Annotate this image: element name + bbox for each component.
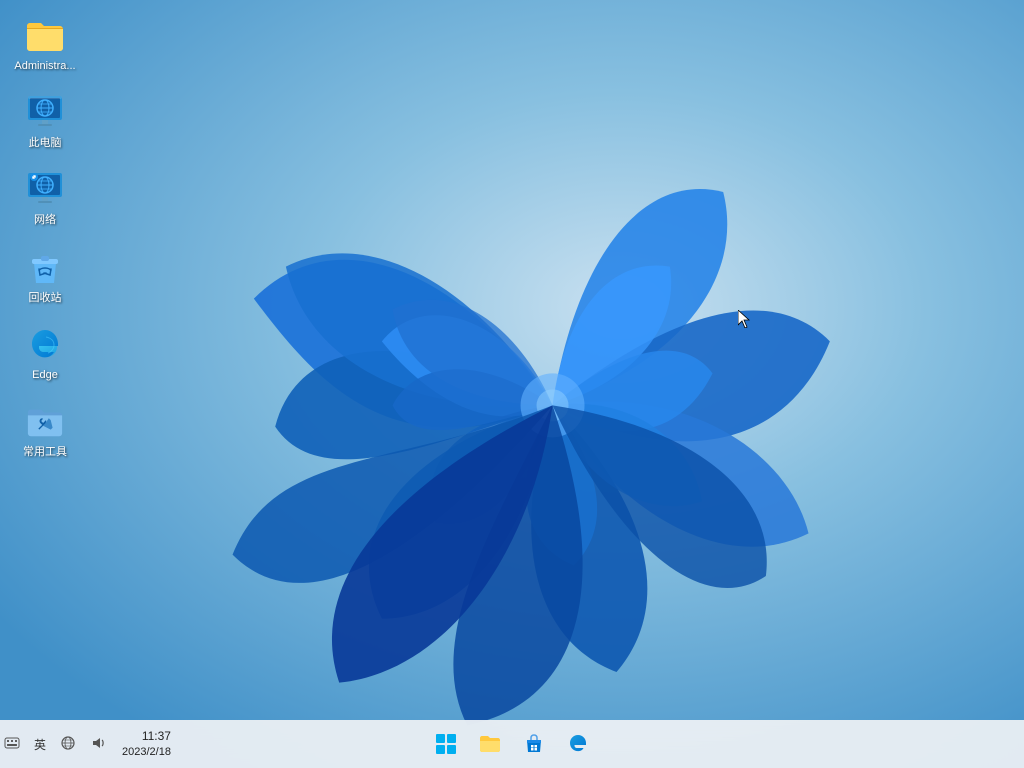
edge-browser-icon <box>25 325 65 365</box>
desktop-icon-edge[interactable]: Edge <box>5 319 85 388</box>
desktop-icon-label-recycle: 回收站 <box>29 292 62 305</box>
store-button[interactable] <box>514 724 554 764</box>
clock-time: 11:37 <box>142 728 171 745</box>
edge-taskbar-icon <box>566 732 590 756</box>
desktop-icon-label-this-pc: 此电脑 <box>29 137 62 150</box>
desktop-icon-administrator[interactable]: Administra... <box>5 10 85 79</box>
desktop-icon-label-administrator: Administra... <box>14 60 75 73</box>
network-monitor-icon <box>25 170 65 210</box>
start-button[interactable] <box>426 724 466 764</box>
desktop-icon-tools[interactable]: 常用工具 <box>5 396 85 465</box>
network-tray-icon[interactable] <box>56 733 80 756</box>
folder-icon <box>25 16 65 56</box>
desktop: Administra... <box>0 0 1024 768</box>
ime-indicator[interactable] <box>0 733 24 756</box>
desktop-icon-recycle[interactable]: 回收站 <box>5 242 85 311</box>
volume-icon <box>90 735 106 751</box>
keyboard-icon <box>4 735 20 751</box>
network-icon <box>60 735 76 751</box>
desktop-icons: Administra... <box>5 10 85 465</box>
desktop-icon-label-tools: 常用工具 <box>23 446 67 459</box>
clock-date: 2023/2/18 <box>122 745 171 760</box>
tools-folder-icon <box>25 402 65 442</box>
language-indicator[interactable]: 英 <box>30 734 50 755</box>
taskbar-center-area <box>426 724 598 764</box>
taskbar: 英 11:37 <box>0 720 1024 768</box>
windows-logo-icon <box>434 732 458 756</box>
volume-tray-icon[interactable] <box>86 733 110 756</box>
recycle-bin-icon <box>25 248 65 288</box>
desktop-icon-network[interactable]: 网络 <box>5 164 85 233</box>
edge-taskbar-button[interactable] <box>558 724 598 764</box>
desktop-icon-label-edge: Edge <box>32 369 58 382</box>
store-taskbar-icon <box>522 732 546 756</box>
taskbar-tray: 英 11:37 <box>0 726 177 762</box>
monitor-icon <box>25 93 65 133</box>
folder-taskbar-icon <box>478 732 502 756</box>
desktop-icon-label-network: 网络 <box>34 214 56 227</box>
file-explorer-button[interactable] <box>470 724 510 764</box>
clock-tray[interactable]: 11:37 2023/2/18 <box>116 726 177 762</box>
desktop-icon-this-pc[interactable]: 此电脑 <box>5 87 85 156</box>
